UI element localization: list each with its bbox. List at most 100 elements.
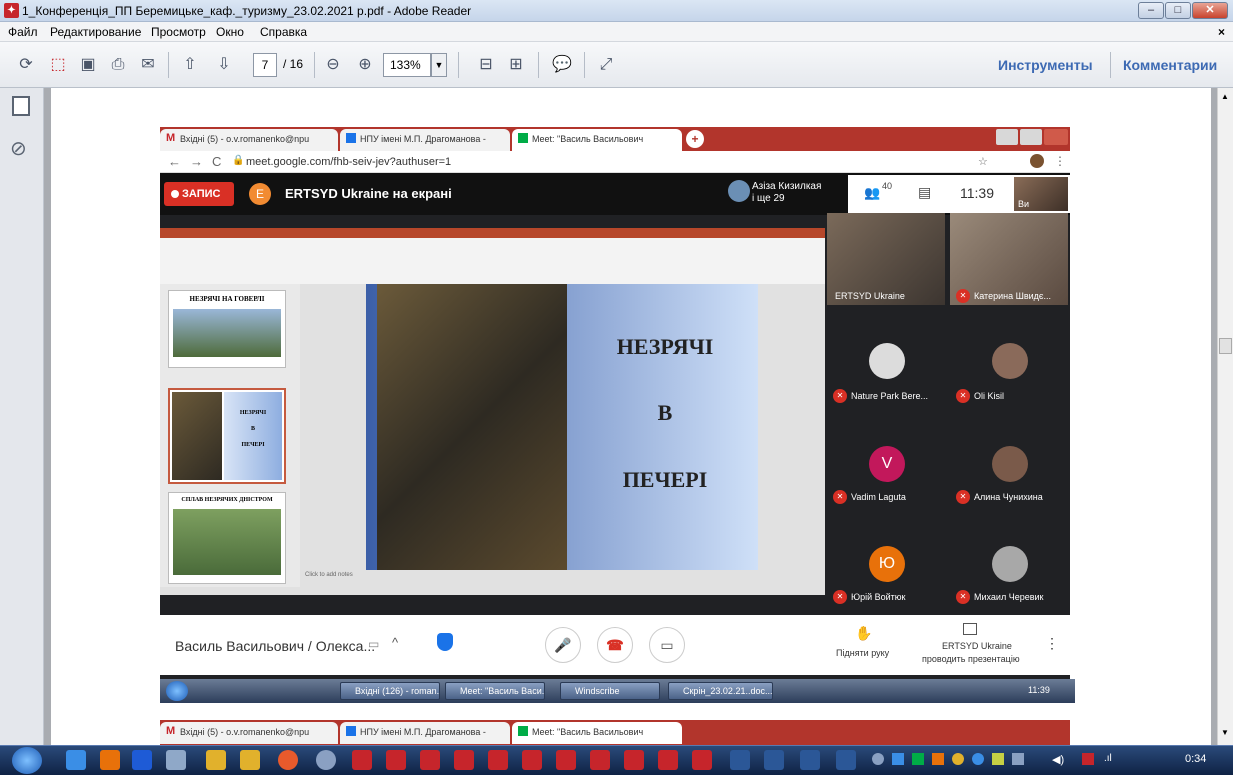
- tray-icon[interactable]: [1012, 753, 1024, 765]
- meeting-name[interactable]: Василь Васильович / Олекса...: [175, 638, 375, 654]
- pdf-convert-icon[interactable]: ⬚: [46, 53, 70, 77]
- word-task-icon[interactable]: [764, 750, 784, 770]
- browser-maximize-button[interactable]: [1020, 129, 1042, 145]
- back-icon[interactable]: ←: [168, 154, 181, 169]
- camera-button[interactable]: ▭: [649, 627, 685, 663]
- email-icon[interactable]: ✉: [136, 53, 160, 77]
- folder-icon[interactable]: [206, 750, 226, 770]
- browser-menu-icon[interactable]: ⋮: [1054, 154, 1066, 168]
- pdf-task-icon[interactable]: [454, 750, 474, 770]
- pdf-task-icon[interactable]: [590, 750, 610, 770]
- raise-hand-label[interactable]: Підняти руку: [836, 648, 889, 658]
- menu-file[interactable]: Файл: [8, 25, 38, 39]
- folder-icon[interactable]: [240, 750, 260, 770]
- browser-minimize-button[interactable]: [996, 129, 1018, 145]
- tab-meet[interactable]: Meet: "Василь Васильович: [512, 129, 682, 151]
- tray-icon[interactable]: [892, 753, 904, 765]
- menu-help[interactable]: Справка: [260, 25, 307, 39]
- ie-icon[interactable]: [66, 750, 86, 770]
- fit-width-icon[interactable]: ⊞: [504, 53, 528, 77]
- tray-icon[interactable]: [972, 753, 984, 765]
- start-button[interactable]: [12, 747, 42, 774]
- taskbar-clock[interactable]: 0:34: [1185, 753, 1206, 765]
- more-options-icon[interactable]: ⋮: [1045, 635, 1059, 652]
- participant-tile-6[interactable]: ✕ Алина Чунихина: [950, 418, 1068, 510]
- volume-icon[interactable]: ◀): [1052, 753, 1064, 766]
- thumbnail-slide-1[interactable]: НЕЗРЯЧІ НА ГОВЕРЛІ: [168, 290, 286, 368]
- pages-icon[interactable]: [12, 96, 30, 116]
- maximize-button[interactable]: □: [1165, 2, 1191, 19]
- participant-tile-3[interactable]: ✕ Nature Park Bere...: [827, 315, 945, 407]
- captions-icon[interactable]: ▭: [368, 637, 379, 651]
- word-task-icon[interactable]: [800, 750, 820, 770]
- tools-button[interactable]: Инструменты: [998, 57, 1093, 73]
- zoom-out-icon[interactable]: ⊖: [321, 53, 345, 77]
- window-icon[interactable]: [166, 750, 186, 770]
- thumbnail-slide-2[interactable]: НЕЗРЯЧІ В ПЕЧЕРІ: [168, 388, 286, 484]
- tray-icon[interactable]: [952, 753, 964, 765]
- chrome-icon[interactable]: [278, 750, 298, 770]
- participant-tile-5[interactable]: V ✕ Vadim Laguta: [827, 418, 945, 510]
- firefox-icon[interactable]: [100, 750, 120, 770]
- tray-icon[interactable]: [932, 753, 944, 765]
- menu-view[interactable]: Просмотр: [151, 25, 206, 39]
- raise-hand-icon[interactable]: ✋: [855, 625, 872, 642]
- present-icon[interactable]: [963, 623, 977, 635]
- participant-tile-2[interactable]: ✕ Катерина Швидє...: [950, 213, 1068, 305]
- menu-edit[interactable]: Редактирование: [50, 25, 141, 39]
- pdf-task-icon[interactable]: [522, 750, 542, 770]
- word-task-icon[interactable]: [730, 750, 750, 770]
- tab-npu[interactable]: НПУ імені М.П. Драгоманова -: [340, 129, 510, 151]
- forward-icon[interactable]: →: [190, 154, 203, 169]
- self-view[interactable]: Ви: [1014, 177, 1068, 211]
- pdf-task-icon[interactable]: [692, 750, 712, 770]
- minimize-button[interactable]: –: [1138, 2, 1164, 19]
- star-icon[interactable]: ☆: [978, 155, 988, 168]
- participant-tile-7[interactable]: Ю ✕ Юрій Войтюк: [827, 518, 945, 610]
- tray-icon[interactable]: [992, 753, 1004, 765]
- pdf-task-icon[interactable]: [658, 750, 678, 770]
- d-app-icon[interactable]: [132, 750, 152, 770]
- fit-page-icon[interactable]: ⊟: [474, 53, 498, 77]
- save-icon[interactable]: ▣: [76, 53, 100, 77]
- browser-close-button[interactable]: [1044, 129, 1068, 145]
- fullscreen-icon[interactable]: ⤢: [594, 53, 618, 77]
- expand-icon[interactable]: ^: [392, 635, 398, 650]
- pdf-task-icon[interactable]: [352, 750, 372, 770]
- notes-placeholder[interactable]: Click to add notes: [305, 572, 353, 578]
- prev-page-icon[interactable]: ⇧: [178, 53, 202, 77]
- tab-gmail[interactable]: M Вхідні (5) - o.v.romanenko@npu: [160, 129, 338, 151]
- signal-icon[interactable]: .ıl: [1104, 753, 1112, 764]
- shield-icon[interactable]: [437, 633, 453, 651]
- vertical-scrollbar[interactable]: ▲ ▼: [1217, 88, 1233, 745]
- pdf-task-icon[interactable]: [556, 750, 576, 770]
- thumbnail-slide-3[interactable]: СПЛАВ НЕЗРЯЧИХ ДНІСТРОМ: [168, 492, 286, 584]
- participant-tile-1[interactable]: ERTSYD Ukraine: [827, 213, 945, 305]
- microphone-button[interactable]: 🎤: [545, 627, 581, 663]
- zoom-in-icon[interactable]: ⊕: [353, 53, 377, 77]
- pdf-task-icon[interactable]: [624, 750, 644, 770]
- word-task-icon[interactable]: [836, 750, 856, 770]
- comments-button[interactable]: Комментарии: [1123, 57, 1217, 73]
- scroll-down-icon[interactable]: ▼: [1221, 728, 1229, 737]
- close-button[interactable]: ✕: [1192, 2, 1228, 19]
- zoom-dropdown-icon[interactable]: ▼: [431, 53, 447, 77]
- pdf-task-icon[interactable]: [420, 750, 440, 770]
- participant-tile-4[interactable]: ✕ Oli Kisil: [950, 315, 1068, 407]
- next-page-icon[interactable]: ⇩: [212, 53, 236, 77]
- print-icon[interactable]: ⎙: [106, 53, 130, 77]
- profile-avatar[interactable]: [1030, 154, 1044, 168]
- pdf-task-icon[interactable]: [386, 750, 406, 770]
- close-document-button[interactable]: ×: [1218, 25, 1225, 39]
- menu-window[interactable]: Окно: [216, 25, 244, 39]
- scroll-up-icon[interactable]: ▲: [1221, 92, 1229, 101]
- participant-tile-8[interactable]: ✕ Михаил Черевик: [950, 518, 1068, 610]
- comment-icon[interactable]: 💬: [550, 53, 574, 77]
- flag-icon[interactable]: [1082, 753, 1094, 765]
- url-field[interactable]: meet.google.com/fhb-seiv-jev?authuser=1: [246, 156, 451, 168]
- hang-up-button[interactable]: ☎: [597, 627, 633, 663]
- scroll-thumb[interactable]: [1219, 338, 1232, 354]
- attachment-icon[interactable]: ⊘: [10, 136, 27, 161]
- create-icon[interactable]: ⟳: [14, 53, 38, 77]
- tray-icon[interactable]: [872, 753, 884, 765]
